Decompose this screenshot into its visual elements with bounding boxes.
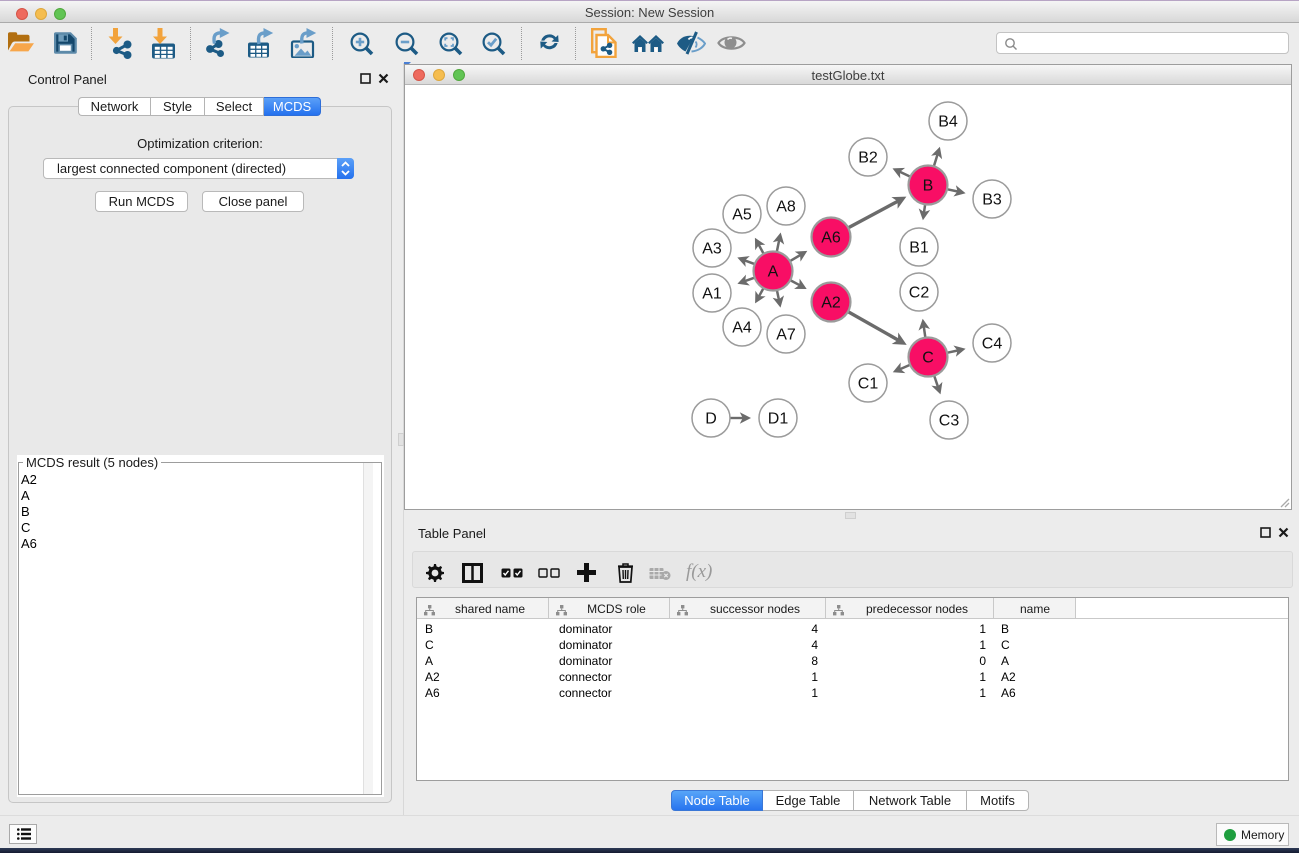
svg-text:A8: A8 xyxy=(776,199,796,216)
svg-text:A3: A3 xyxy=(702,241,722,258)
svg-text:C3: C3 xyxy=(939,413,960,430)
svg-text:A2: A2 xyxy=(821,295,841,312)
svg-text:B2: B2 xyxy=(858,150,878,167)
svg-text:B3: B3 xyxy=(982,192,1002,209)
svg-text:A: A xyxy=(768,264,779,281)
svg-text:D: D xyxy=(705,411,717,428)
svg-text:C1: C1 xyxy=(858,376,879,393)
svg-text:C4: C4 xyxy=(982,336,1003,353)
svg-text:C: C xyxy=(922,350,934,367)
svg-text:A5: A5 xyxy=(732,207,752,224)
svg-text:D1: D1 xyxy=(768,411,789,428)
svg-text:A4: A4 xyxy=(732,320,752,337)
svg-text:A7: A7 xyxy=(776,327,796,344)
svg-text:B4: B4 xyxy=(938,114,958,131)
svg-text:B1: B1 xyxy=(909,240,929,257)
svg-text:C2: C2 xyxy=(909,285,930,302)
svg-text:A1: A1 xyxy=(702,286,722,303)
svg-text:B: B xyxy=(923,178,934,195)
svg-text:A6: A6 xyxy=(821,230,841,247)
